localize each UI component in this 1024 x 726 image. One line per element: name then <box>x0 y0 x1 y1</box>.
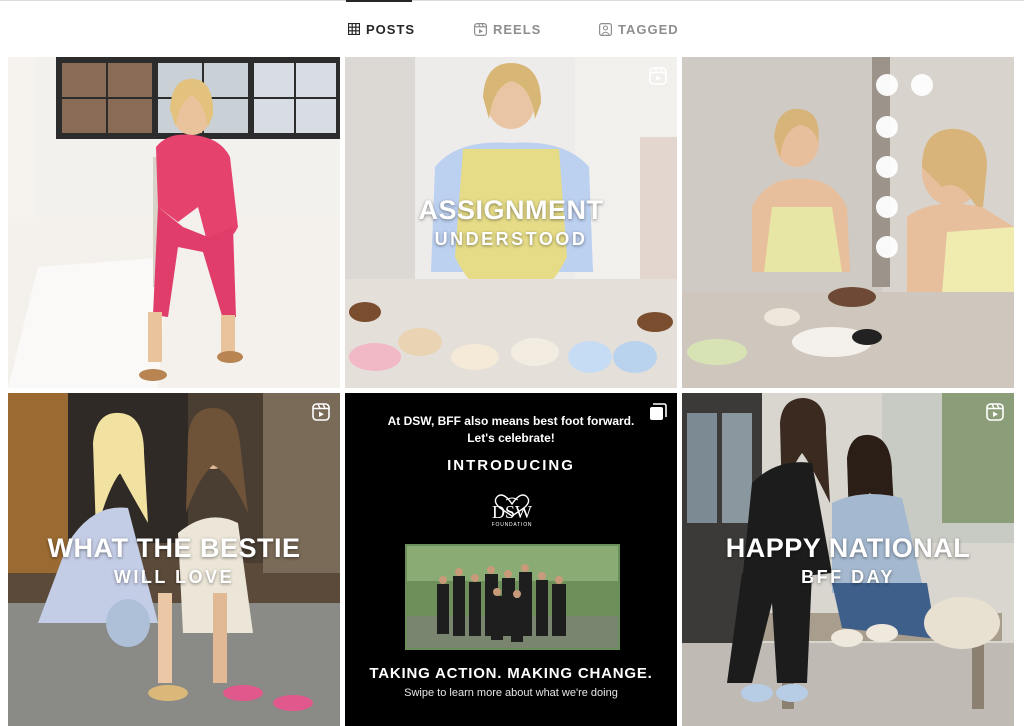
promo-introducing: INTRODUCING <box>447 457 575 474</box>
dsw-foundation-logo: DSW FOUNDATION <box>482 486 542 534</box>
reel-icon <box>312 403 330 421</box>
carousel-icon <box>650 403 667 420</box>
reel-icon <box>986 403 1004 421</box>
post-tile[interactable] <box>682 57 1014 388</box>
post-tile[interactable]: HAPPY NATIONAL BFF DAY <box>682 393 1014 726</box>
post-tile[interactable]: WHAT THE BESTIE WILL LOVE <box>8 393 340 726</box>
post-image <box>682 57 1014 388</box>
promo-top-text: At DSW, BFF also means best foot forward… <box>345 413 677 447</box>
post-tile[interactable] <box>8 57 340 388</box>
posts-grid: ASSIGNMENT UNDERSTOOD WHAT THE BESTIE WI… <box>0 0 1024 726</box>
team-photo <box>405 544 620 650</box>
reel-icon <box>649 67 667 85</box>
post-image <box>8 57 340 388</box>
post-overlay-subtitle: WILL LOVE <box>113 567 235 587</box>
logo-text: DSW <box>492 502 532 522</box>
post-overlay-subtitle: UNDERSTOOD <box>434 229 588 249</box>
post-overlay-title: WHAT THE BESTIE <box>47 533 301 563</box>
post-overlay-title: HAPPY NATIONAL <box>725 533 971 563</box>
team-photo-image <box>407 546 618 648</box>
post-tile[interactable]: At DSW, BFF also means best foot forward… <box>345 393 677 726</box>
post-tile[interactable]: ASSIGNMENT UNDERSTOOD <box>345 57 677 388</box>
post-overlay-subtitle: BFF DAY <box>801 567 895 587</box>
promo-swipe-text: Swipe to learn more about what we're doi… <box>404 687 618 699</box>
promo-action-text: TAKING ACTION. MAKING CHANGE. <box>369 665 653 682</box>
promo-top-line: Let's celebrate! <box>467 431 555 445</box>
post-overlay-title: ASSIGNMENT <box>418 195 604 225</box>
promo-top-line: At DSW, BFF also means best foot forward… <box>387 414 635 428</box>
logo-subtext: FOUNDATION <box>491 522 533 528</box>
